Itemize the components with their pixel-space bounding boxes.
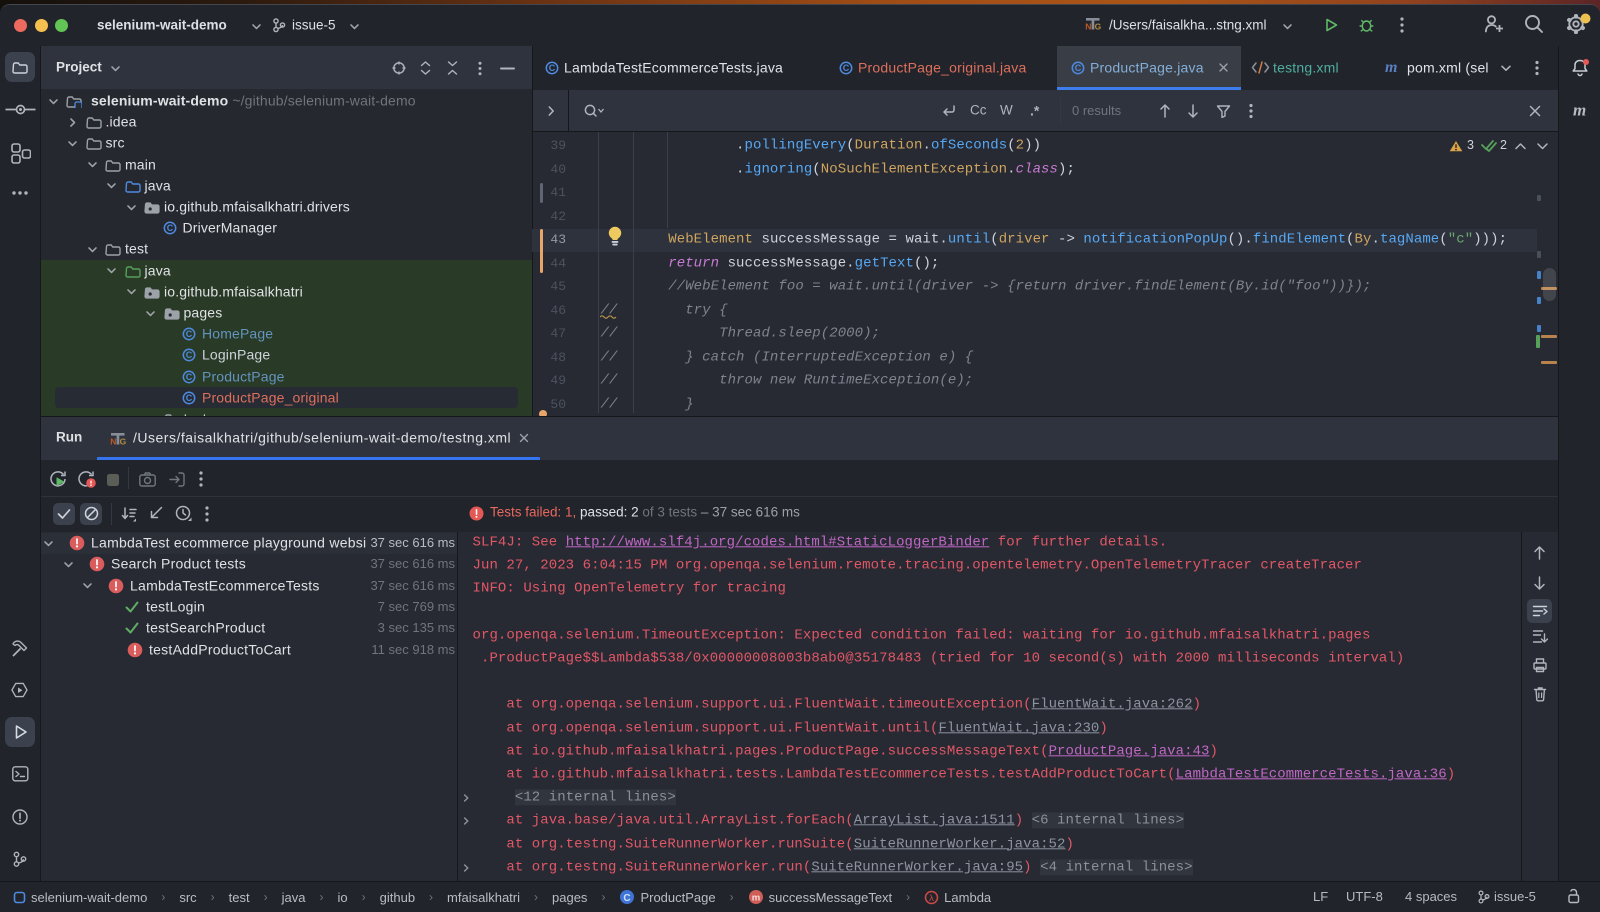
svg-text:λ: λ — [929, 893, 934, 904]
svg-text:C: C — [549, 63, 556, 73]
svg-text:C: C — [843, 63, 850, 73]
svg-text:C: C — [186, 372, 193, 382]
svg-text:C: C — [186, 351, 193, 361]
svg-text:G: G — [1095, 22, 1102, 32]
svg-text:N: N — [110, 437, 116, 447]
svg-text:C: C — [624, 893, 631, 904]
svg-text:C: C — [186, 329, 193, 339]
svg-text:G: G — [120, 437, 127, 447]
svg-text:N: N — [1085, 22, 1091, 32]
svg-text:C: C — [186, 393, 193, 403]
svg-text:C: C — [1075, 63, 1082, 73]
svg-text:m: m — [751, 893, 759, 904]
svg-text:C: C — [166, 223, 173, 233]
